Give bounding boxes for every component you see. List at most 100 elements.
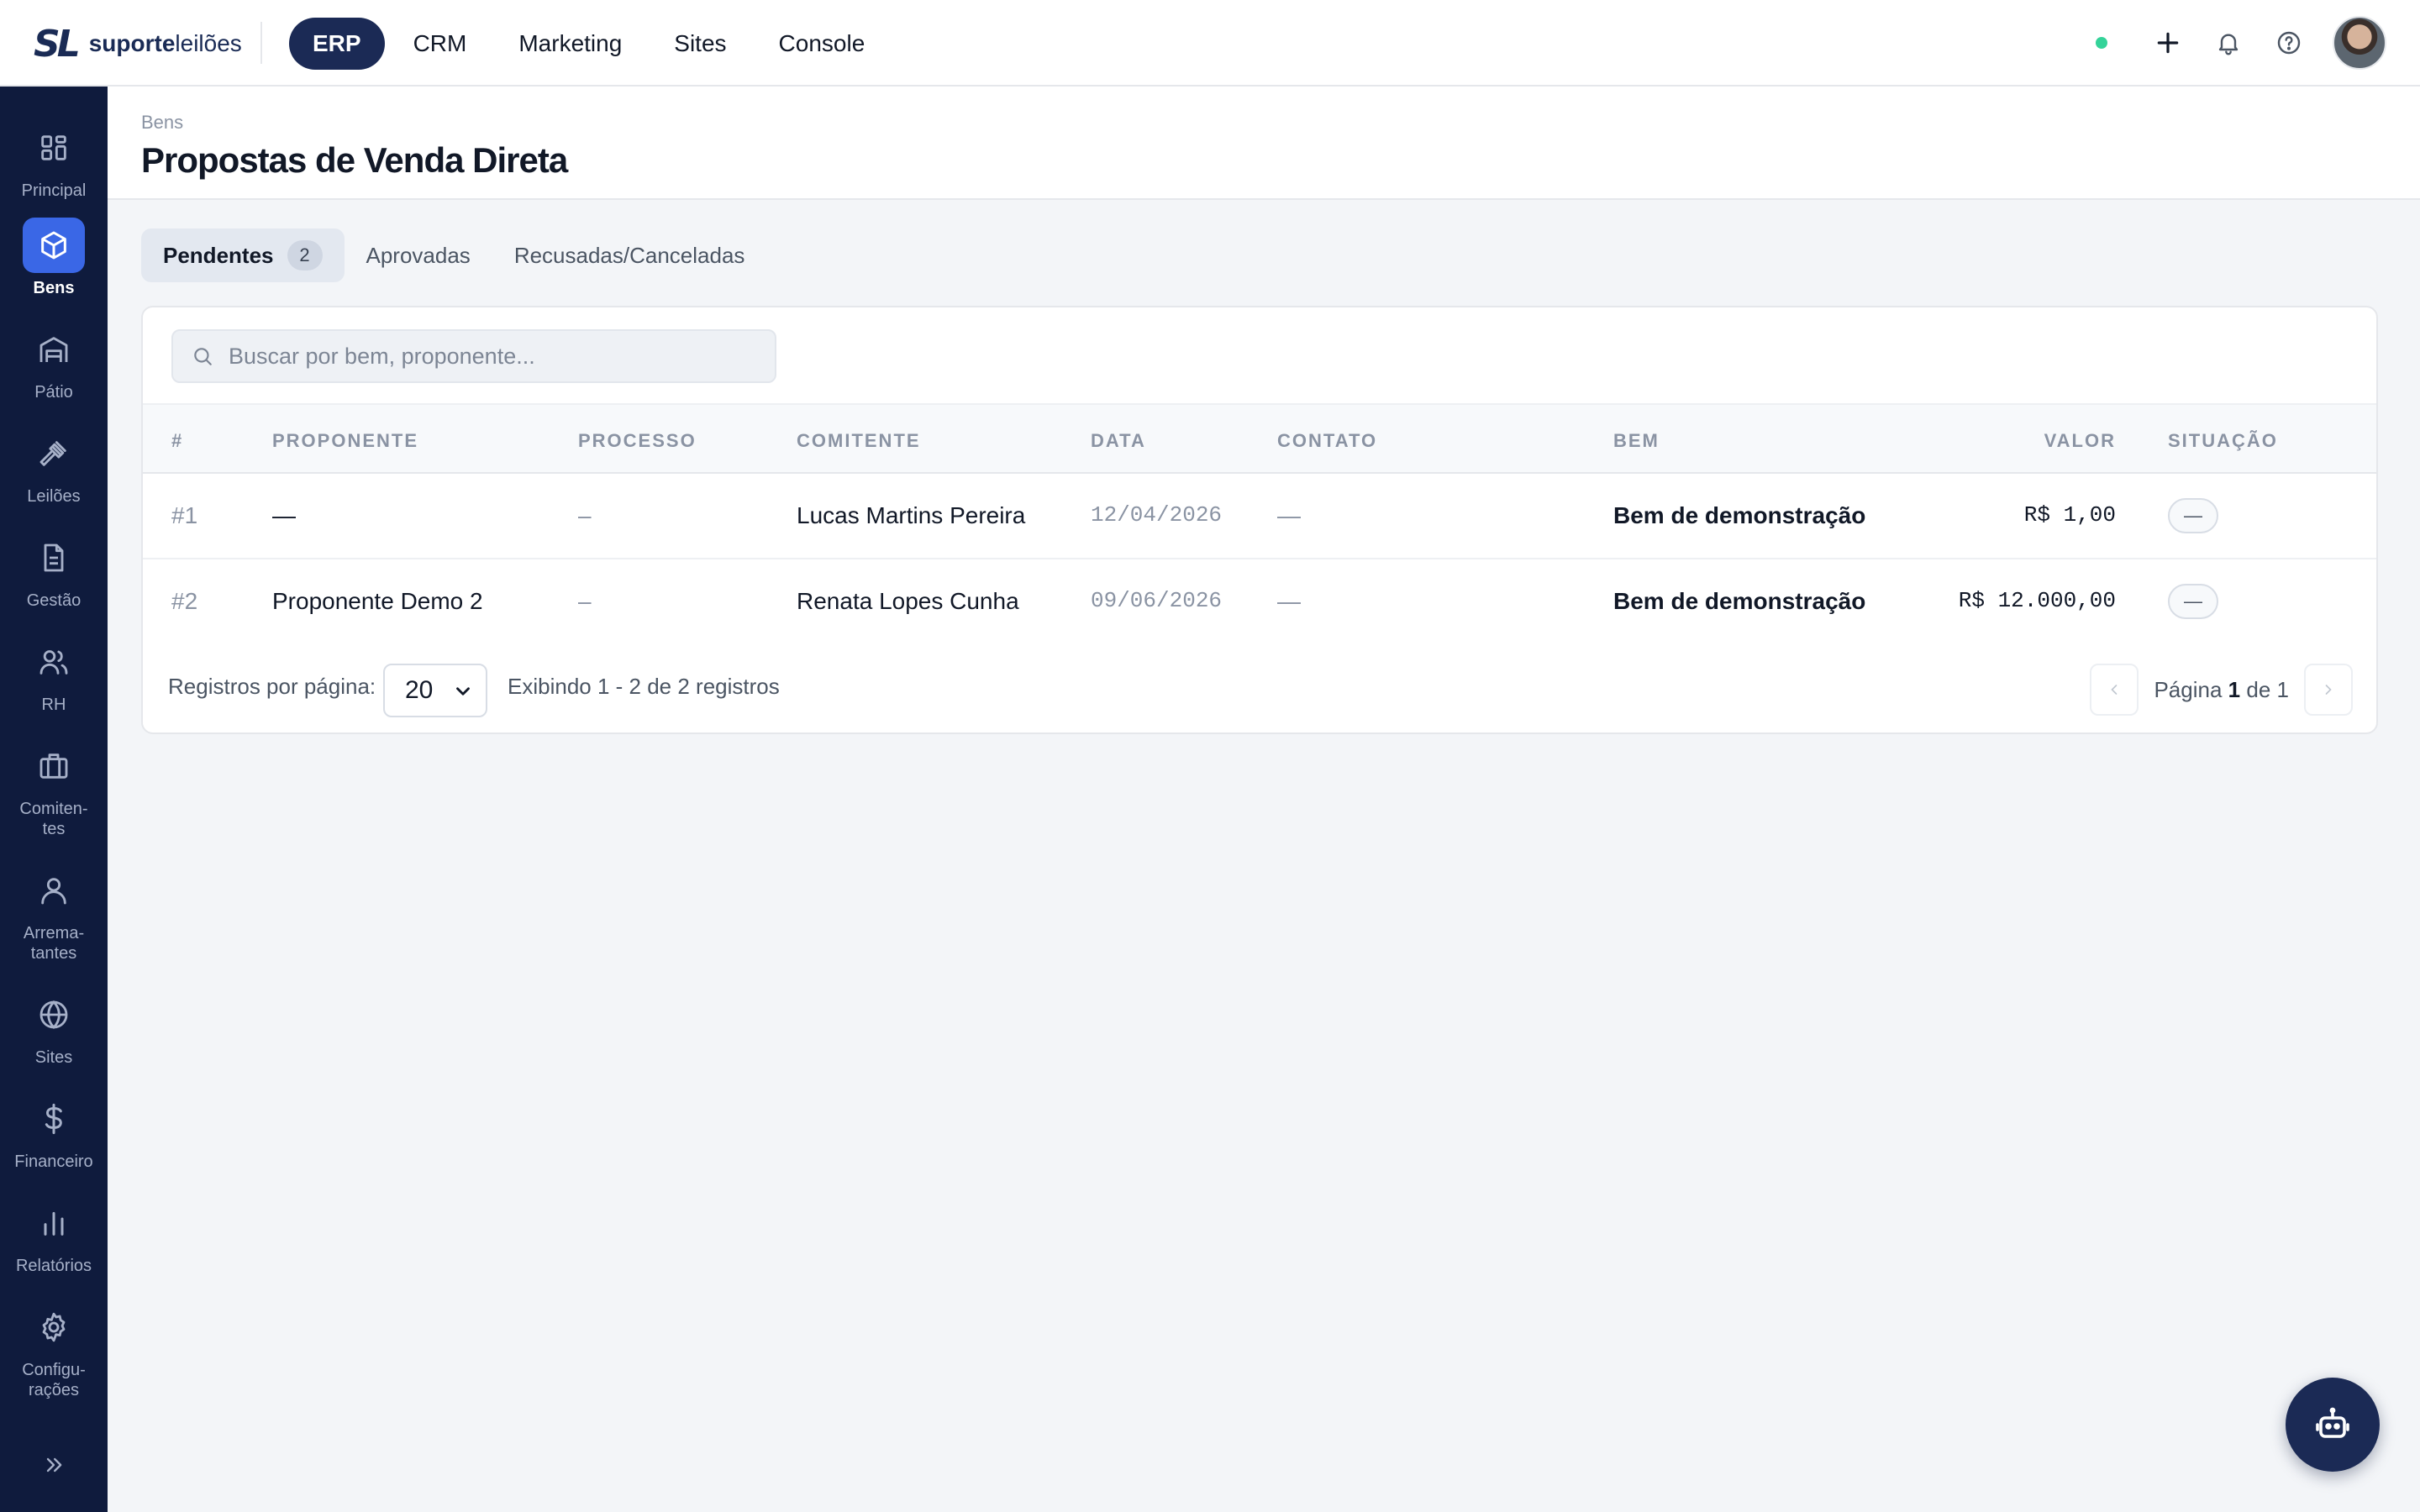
search-input[interactable] — [229, 333, 775, 380]
row-processo: – — [578, 502, 592, 528]
per-page-label: Registros por página: — [168, 674, 376, 699]
page-title: Propostas de Venda Direta — [141, 140, 568, 180]
page-of: de — [2246, 676, 2271, 702]
sidebar-item-label-line2: tes — [42, 820, 66, 838]
next-page-button[interactable] — [2304, 664, 2353, 716]
user-icon — [23, 863, 85, 918]
table-header: # PROPONENTE PROCESSO COMITENTE DATA CON… — [143, 403, 2376, 474]
column-header-comitente[interactable]: COMITENTE — [797, 430, 921, 452]
plus-icon[interactable] — [2151, 26, 2185, 60]
module-tab-crm[interactable]: CRM — [390, 18, 491, 70]
breadcrumb[interactable]: Bens — [141, 112, 183, 134]
column-header-situacao[interactable]: SITUAÇÃO — [2168, 430, 2278, 452]
page-header: Bens Propostas de Venda Direta — [108, 87, 2420, 200]
dollar-icon — [23, 1091, 85, 1147]
sidebar-item-label: Sites — [34, 1048, 73, 1067]
status-tabs: Pendentes 2 Aprovadas Recusadas/Cancelad… — [141, 228, 766, 282]
prev-page-button[interactable] — [2090, 664, 2139, 716]
brand-name-light: leilões — [175, 30, 242, 56]
row-contato: — — [1277, 588, 1301, 614]
user-avatar[interactable] — [2333, 16, 2386, 70]
logo-divider — [260, 22, 262, 64]
module-tab-console[interactable]: Console — [755, 18, 889, 70]
sidebar-item-label: Gestão — [26, 591, 82, 610]
sidebar-item-patio[interactable]: Pátio — [0, 322, 108, 402]
gear-icon — [23, 1299, 85, 1355]
row-valor: R$ 1,00 — [2023, 502, 2116, 528]
sidebar-item-label-line2: rações — [28, 1381, 80, 1399]
briefcase-icon — [23, 738, 85, 794]
column-header-valor[interactable]: VALOR — [2044, 430, 2116, 452]
module-tab-erp[interactable]: ERP — [289, 18, 385, 70]
sidebar-item-financeiro[interactable]: Financeiro — [0, 1091, 108, 1172]
sidebar-item-bens[interactable]: Bens — [0, 218, 108, 298]
sidebar-item-label: Pátio — [34, 383, 73, 402]
online-status-dot — [2096, 37, 2107, 49]
proposals-card: # PROPONENTE PROCESSO COMITENTE DATA CON… — [141, 306, 2378, 734]
module-nav: ERP CRM Marketing Sites Console — [289, 18, 893, 70]
bell-icon[interactable] — [2212, 26, 2245, 60]
sidebar-item-label: Relatórios — [15, 1257, 92, 1275]
page-current: 1 — [2228, 676, 2241, 702]
table-row[interactable]: #1 — – Lucas Martins Pereira 12/04/2026 … — [143, 474, 2376, 559]
grid-icon — [23, 120, 85, 176]
warehouse-icon — [23, 322, 85, 377]
row-bem[interactable]: Bem de demonstração — [1613, 588, 1865, 615]
top-bar: SL suporteleilões ERP CRM Marketing Site… — [0, 0, 2420, 87]
column-header-data[interactable]: DATA — [1091, 430, 1146, 452]
sidebar-item-leiloes[interactable]: Leilões — [0, 426, 108, 507]
sidebar: Principal Bens Pátio Leilões Gestão RH C… — [0, 87, 108, 1512]
sidebar-item-arrematantes[interactable]: Arrema- tantes — [0, 863, 108, 963]
tab-recusadas-canceladas[interactable]: Recusadas/Canceladas — [492, 228, 767, 282]
status-badge: — — [2168, 584, 2218, 619]
row-data: 12/04/2026 — [1091, 502, 1223, 528]
column-header-id[interactable]: # — [171, 430, 183, 452]
help-icon[interactable] — [2272, 26, 2306, 60]
sidebar-item-gestao[interactable]: Gestão — [0, 530, 108, 611]
sidebar-item-label: RH — [41, 696, 66, 714]
sidebar-item-label: Principal — [21, 181, 87, 200]
table-footer: Registros por página: 20 Exibindo 1 - 2 … — [143, 645, 2376, 732]
sidebar-item-comitentes[interactable]: Comiten- tes — [0, 738, 108, 839]
sidebar-item-relatorios[interactable]: Relatórios — [0, 1195, 108, 1276]
per-page-select[interactable]: 20 — [383, 664, 487, 717]
column-header-proponente[interactable]: PROPONENTE — [272, 430, 418, 452]
module-tab-sites[interactable]: Sites — [650, 18, 750, 70]
brand-logo[interactable]: SL suporteleilões — [34, 23, 242, 66]
count-badge: 2 — [287, 240, 323, 270]
assistant-button[interactable] — [2286, 1378, 2380, 1472]
row-bem[interactable]: Bem de demonstração — [1613, 502, 1865, 529]
table-row[interactable]: #2 Proponente Demo 2 – Renata Lopes Cunh… — [143, 559, 2376, 645]
users-icon — [23, 634, 85, 690]
tab-label: Pendentes — [163, 242, 274, 268]
pagination: Página 1 de 1 — [2090, 664, 2353, 716]
sidebar-item-sites[interactable]: Sites — [0, 987, 108, 1068]
top-actions — [2096, 15, 2386, 71]
search-box — [171, 329, 776, 383]
tab-pendentes[interactable]: Pendentes 2 — [141, 228, 345, 282]
sidebar-item-rh[interactable]: RH — [0, 634, 108, 715]
module-tab-marketing[interactable]: Marketing — [495, 18, 645, 70]
sidebar-expand-button[interactable] — [37, 1448, 71, 1482]
sidebar-item-label: Bens — [33, 279, 75, 297]
brand-name: suporteleilões — [89, 30, 242, 57]
document-icon — [23, 530, 85, 585]
bar-chart-icon — [23, 1195, 85, 1251]
sidebar-item-configuracoes[interactable]: Configu- rações — [0, 1299, 108, 1400]
cube-icon — [23, 218, 85, 273]
column-header-bem[interactable]: BEM — [1613, 430, 1660, 452]
per-page-value: 20 — [405, 676, 434, 704]
tab-aprovadas[interactable]: Aprovadas — [345, 228, 492, 282]
chevron-down-icon — [456, 687, 470, 696]
chevron-left-icon — [2111, 685, 2118, 695]
status-badge: — — [2168, 498, 2218, 533]
column-header-contato[interactable]: CONTATO — [1277, 430, 1377, 452]
sidebar-item-label: Leilões — [27, 487, 81, 506]
robot-icon — [2316, 1407, 2349, 1438]
row-comitente: Lucas Martins Pereira — [797, 502, 1026, 528]
sidebar-item-principal[interactable]: Principal — [0, 120, 108, 201]
gavel-icon — [23, 426, 85, 481]
sidebar-item-label-line2: tantes — [30, 944, 77, 963]
column-header-processo[interactable]: PROCESSO — [578, 430, 697, 452]
brand-name-bold: suporte — [88, 30, 176, 56]
